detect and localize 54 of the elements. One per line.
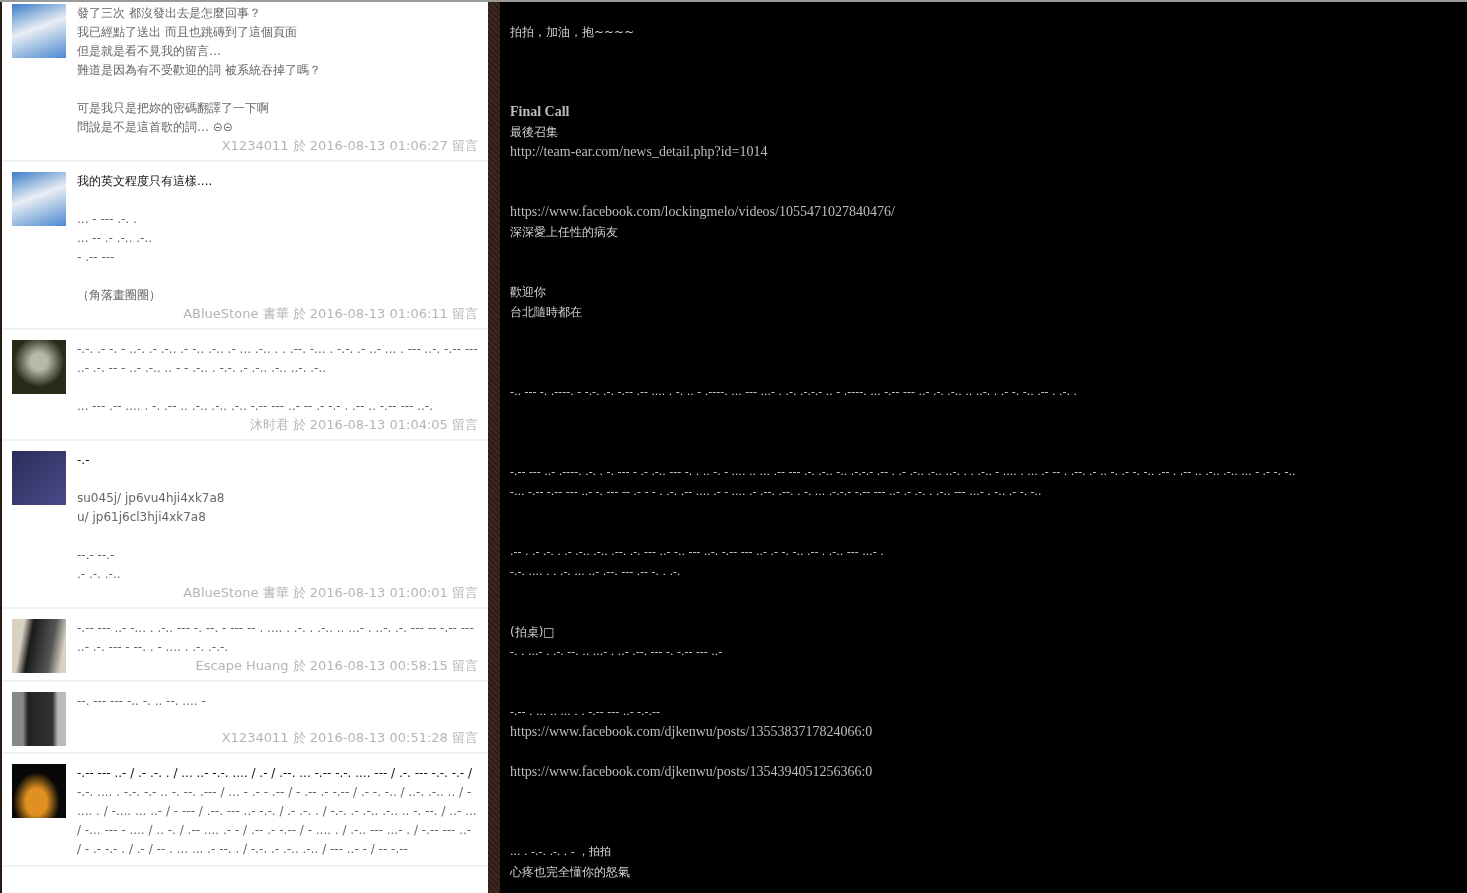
comment-meta: Escape Huang 於 2016-08-13 00:58:15 留言 xyxy=(194,657,478,674)
comment-meta: 沐时君 於 2016-08-13 01:04:05 留言 xyxy=(248,416,478,433)
url-text: https://www.facebook.com/lockingmelo/videos/1055471027840476/ xyxy=(510,203,896,221)
morse-text: -.. --- -. .----. - -.-. .-. -.-- .-- .... . -. .. - .----. ... --- ...- . .-. .-.-.- .. - .----. ... -.-- --- ..- .-. .-.. .. ..-. . .- -. -.. .-- . .-. . xyxy=(510,384,1079,400)
post-text: 深深愛上任性的病友 xyxy=(510,224,619,241)
comment-meta: ABlueStone 書華 於 2016-08-13 01:06:11 留言 xyxy=(182,305,478,322)
avatar-photo xyxy=(12,692,66,746)
comment-text: -.-. .... . -.-. -.- .. -. --. .--- / ... - .- - .-- / - .-- .- -.-- / .- -. -.. / ..-. .-.. .. / - .... . / -.... ... ..- / - --- / .--. --- ..- -.-. / .- .-. . / -.-. .- .-.. .-.. .. -. --. / ..- ... / -... --- - .... / .. -. / .-- .... .- - / .-- .- -.-- / - .... . / .-.. --- ...- . / -.-- --- ..- / - .- -.- . / .- / -- . ... ... .- --. . / -.-. .- .-.. .-.. / --- ..- - / -- -.-- xyxy=(77,784,478,858)
comment-text: - .-- --- xyxy=(77,249,116,266)
comment-meta: ABlueStone 書華 於 2016-08-13 01:00:01 留言 xyxy=(182,584,478,601)
morse-text: -. . ...- . .-. --. .. ...- . ..- .--. --- -. -.-- --- ..- xyxy=(510,644,724,660)
avatar-photo xyxy=(12,340,66,394)
comment-text: 我已經點了送出 而且也跳磚到了這個頁面 xyxy=(77,24,298,41)
comment-text: （角落畫圈圈） xyxy=(77,287,162,304)
comment-text: 可是我只是把妳的密碼翻譯了一下啊 xyxy=(77,100,270,117)
morse-text: -.-- . ... .. ... . . -.-- --- ..- -.-.-- xyxy=(510,704,661,720)
avatar-photo xyxy=(12,4,66,58)
comment-text: 但是就是看不見我的留言… xyxy=(77,43,222,60)
morse-text: -.-- --- ..- .----. .-. . -. --- - .- .-.. --- -. . .. -. - .... .. ... .-- --- .-. .-.. -.. .-.-.- .-- . .- .-.. .-.. ..-. . . .-.. - .... . ... .- -- . .--. .- .. -. .- -. -.. .-- . .-- .. .-.. .-.. ... - .- -. -.. -... -.-- -.-- --- ..- -. --- -- .- - - . .-. .-- .... .- - .... .- .--. .--. . -. ... .-.-.- -.-- --- ..- .- .-. . .-.. --- ...- . -.. .- -. -.. xyxy=(510,464,1297,500)
comment-text: -.- xyxy=(77,452,91,469)
comment-meta: X1234011 於 2016-08-13 00:51:28 留言 xyxy=(220,729,478,746)
post-text: 心疼也完全懂你的怒氣 xyxy=(510,864,631,881)
post-text: 最後召集 xyxy=(510,124,559,141)
comment-text: -.-. .- -. - ..-. .- .-.. .- -.. .-.. .- ... .-.. . . .--. -... . -.-. .- ..- ... . --- ..-. -.-- --- ..- .-. -- - ..- .-.. .. - - .-.. . -.-. .- .-.. .-.. ..-. .-.. xyxy=(77,341,478,377)
post-title: Final Call xyxy=(510,103,571,121)
comment-text: 發了三次 都沒發出去是怎麼回事？ xyxy=(77,5,262,22)
comment-text: --.- --.- xyxy=(77,547,116,564)
post-text: 拍拍，加油，抱~~~~ xyxy=(510,24,636,41)
url-text: http://team-ear.com/news_detail.php?id=1014 xyxy=(510,143,769,161)
comment-meta: X1234011 於 2016-08-13 01:06:27 留言 xyxy=(220,137,478,154)
comment-text: ... --- .-- .... . -. .-- .. .-.. .-.. .-.. -.-- --- ..- -- .- -.- . .-- .. -.-- --- ..-. xyxy=(77,398,434,415)
url-text: https://www.facebook.com/djkenwu/posts/1354394051256366:0 xyxy=(510,763,874,781)
comment-text: -.-- --- ..- -... . .-.. --- -. --. - --- -- . .... . .-. . .-.. .. ...- . ..-. .-. --- -- -.-- --- ..- .-. --- - --. . - .... . .-. .-.-. xyxy=(77,620,475,656)
comment-text: --. --- --- -.. -. .. --. .... - xyxy=(77,693,207,710)
comment-text: 問說是不是這首歌的詞… ⊝⊝ xyxy=(77,119,234,136)
comment-text: u/ jp61j6cl3hji4xk7a8 xyxy=(77,509,207,526)
morse-text: .-- . .- .-. . .- .-.. .-.. .--. .-. --- ..- -.. --- ..-. -.-- --- ..- .- -. -.. .-- . .-.. --- ...- . xyxy=(510,544,885,560)
avatar-photo xyxy=(12,764,66,818)
post-text: 歡迎你 xyxy=(510,284,547,301)
avatar-photo xyxy=(12,172,66,226)
comment-text: .- .-. .-.. xyxy=(77,566,122,583)
morse-text: ... . -.-. .-. . - ，拍拍 xyxy=(510,844,613,860)
comment-text: 難道是因為有不受歡迎的詞 被系統吞掉了嗎？ xyxy=(77,62,322,79)
avatar-photo xyxy=(12,451,66,505)
morse-text: -.-. .... . . .-. ... ..- .--. --- .-- -. . .-. xyxy=(510,564,682,580)
comment-text: -.-- --- ..- / .- .-. . / ... ..- -.-. .... / .- / .--. ... -.-- -.-. .... --- / .-. --- -.-. -.- / xyxy=(77,765,473,782)
comment-text: su045j/ jp6vu4hji4xk7a8 xyxy=(77,490,226,507)
url-text: https://www.facebook.com/djkenwu/posts/1355383717824066:0 xyxy=(510,723,874,741)
avatar-photo xyxy=(12,619,66,673)
comment-text: ... - --- .-. . xyxy=(77,211,138,228)
post-text: 台北隨時都在 xyxy=(510,304,583,321)
comment-text: ... -- .- .-.. .-.. xyxy=(77,230,154,247)
comment-text: 我的英文程度只有這樣.... xyxy=(77,173,214,190)
post-text: (拍桌)□ xyxy=(510,624,556,641)
